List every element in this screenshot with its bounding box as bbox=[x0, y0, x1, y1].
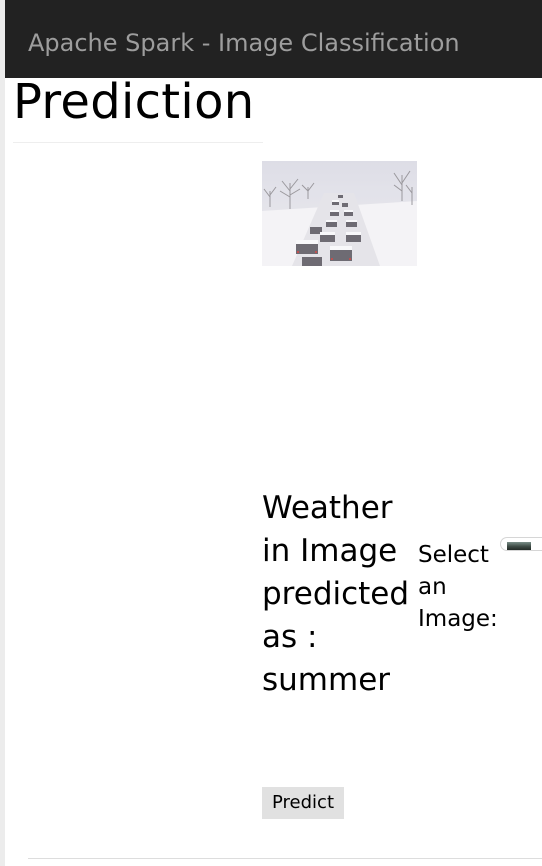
predict-button[interactable]: Predict bbox=[262, 787, 344, 819]
title-divider bbox=[13, 142, 263, 143]
footer-divider bbox=[28, 858, 542, 859]
select-image-label: Select an Image: bbox=[418, 542, 498, 632]
page-title: Prediction bbox=[13, 74, 255, 130]
navbar-brand[interactable]: Apache Spark - Image Classification bbox=[28, 27, 460, 59]
prediction-result: Weather in Image predicted as : summer bbox=[262, 490, 410, 698]
image-file-input[interactable] bbox=[500, 537, 542, 551]
snowy-road-image bbox=[262, 161, 417, 266]
file-thumbnail-icon bbox=[507, 542, 531, 550]
window-edge bbox=[0, 0, 5, 866]
navbar: Apache Spark - Image Classification bbox=[5, 0, 542, 78]
uploaded-image-preview bbox=[262, 161, 417, 266]
